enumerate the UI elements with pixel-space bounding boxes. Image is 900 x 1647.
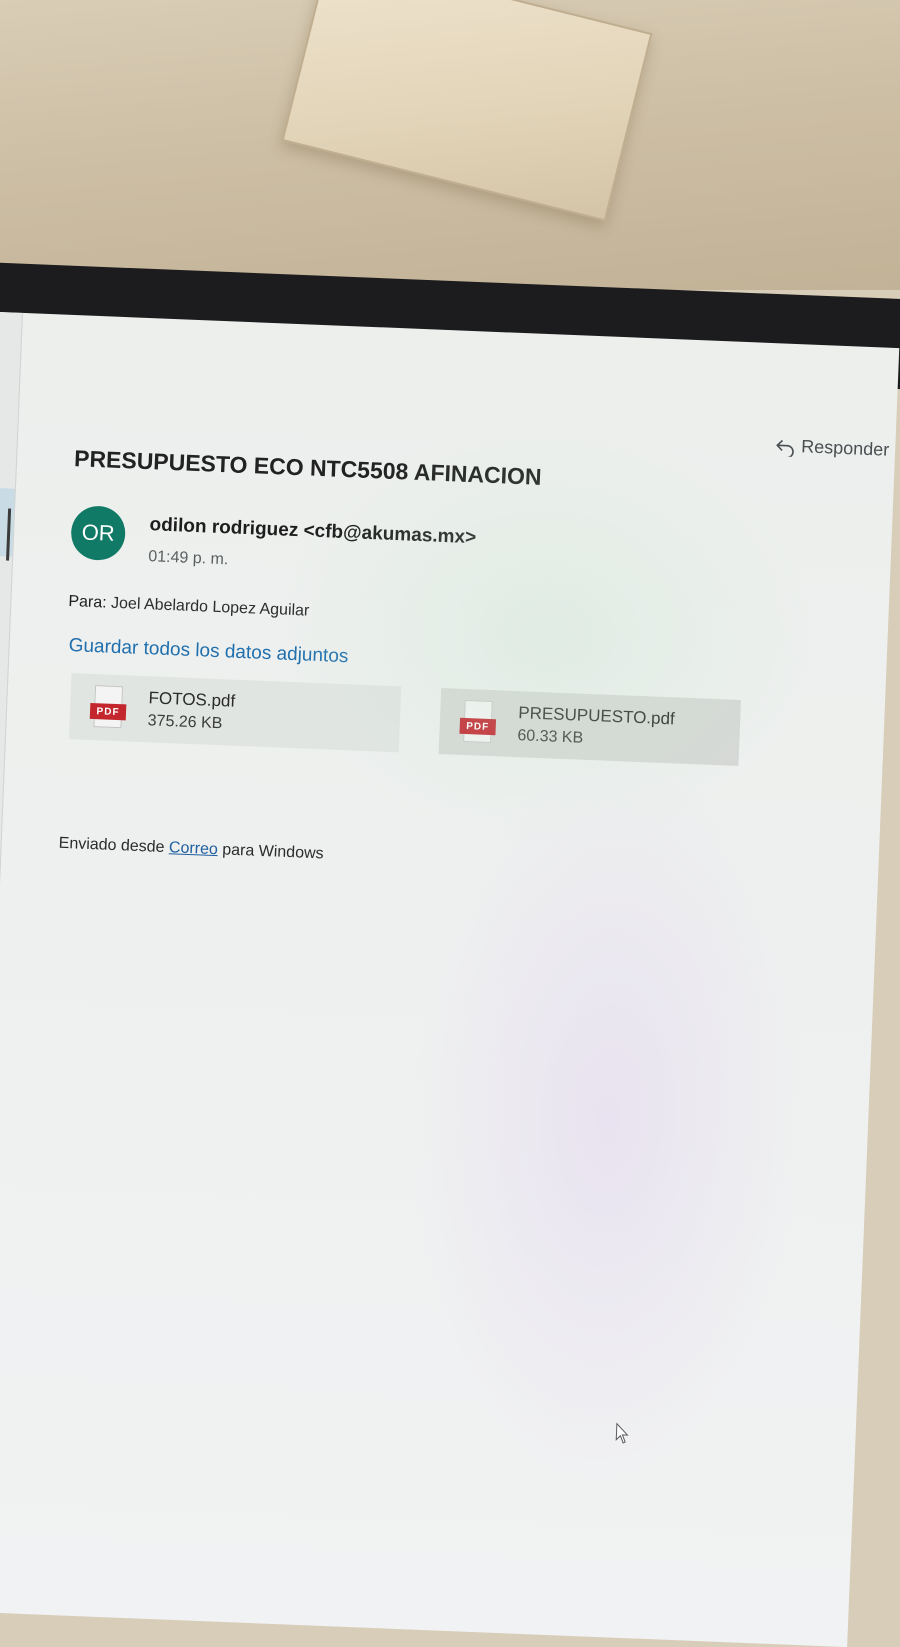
pdf-file-icon: PDF (459, 699, 497, 745)
reply-arrow-icon (776, 439, 794, 457)
reply-button[interactable]: Responder (775, 435, 890, 461)
reply-label: Responder (800, 436, 890, 460)
attachment-fotos[interactable]: PDF FOTOS.pdf 375.26 KB (68, 673, 402, 753)
attachment-size: 60.33 KB (517, 727, 584, 747)
attachment-presupuesto[interactable]: PDF PRESUPUESTO.pdf 60.33 KB (438, 688, 742, 766)
attachment-size: 375.26 KB (147, 712, 223, 733)
pdf-tag: PDF (459, 717, 497, 736)
signature-suffix: para Windows (221, 841, 324, 863)
sender-avatar[interactable]: OR (70, 505, 127, 562)
signature-mail-link[interactable]: Correo (169, 839, 219, 858)
save-all-attachments-link[interactable]: Guardar todos los datos adjuntos (68, 635, 349, 668)
pdf-tag: PDF (89, 702, 127, 721)
recipient-name[interactable]: Joel Abelardo Lopez Aguilar (111, 595, 310, 620)
recipient-line: Para: Joel Abelardo Lopez Aguilar (68, 593, 310, 621)
attachment-name: FOTOS.pdf (148, 688, 236, 711)
message-time: 01:49 p. m. (147, 548, 229, 569)
message-signature: Enviado desde Correo para Windows (58, 835, 324, 864)
pdf-file-icon: PDF (89, 685, 127, 730)
mail-reading-pane: Responder PRESUPUESTO ECO NTC5508 AFINAC… (0, 312, 900, 1647)
sender-initials: OR (81, 519, 116, 546)
mouse-pointer-icon (615, 1422, 629, 1444)
attachment-meta: PRESUPUESTO.pdf 60.33 KB (517, 703, 675, 751)
recipient-label: Para: (68, 592, 107, 612)
sender-name-email[interactable]: odilon rodriguez <cfb@akumas.mx> (149, 514, 476, 549)
message-subject: PRESUPUESTO ECO NTC5508 AFINACION (73, 445, 543, 490)
background-ceiling (0, 0, 900, 290)
attachment-meta: FOTOS.pdf 375.26 KB (147, 688, 235, 733)
ceiling-light-fixture (281, 0, 653, 222)
attachment-name: PRESUPUESTO.pdf (517, 703, 676, 729)
signature-prefix: Enviado desde (58, 834, 165, 857)
